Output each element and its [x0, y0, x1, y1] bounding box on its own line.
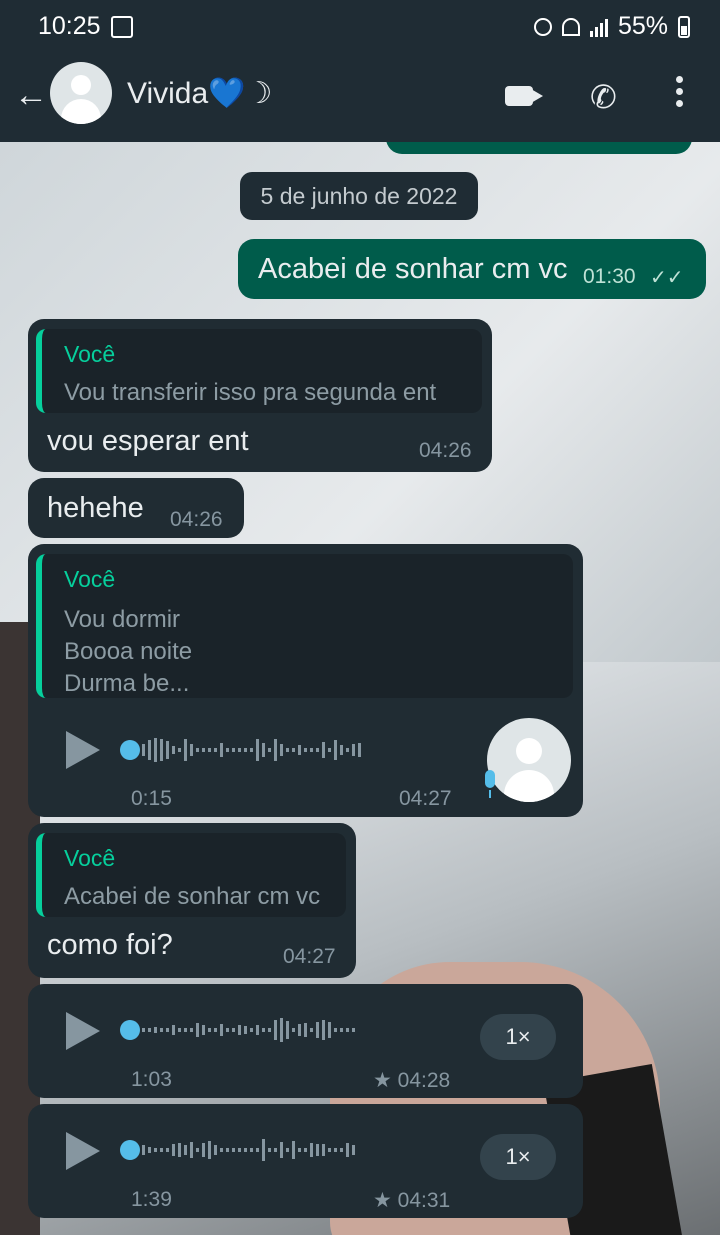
voice-message-reply[interactable]: Você Vou dormir Boooa noite Durma be... … [28, 544, 583, 817]
gallery-icon [111, 16, 133, 38]
play-icon[interactable] [66, 1132, 100, 1170]
message-text: hehehe [47, 492, 144, 524]
video-call-icon[interactable] [505, 86, 533, 106]
message-time: 04:26 [170, 508, 223, 531]
alarm-icon [533, 17, 552, 36]
quote-text: Vou dormir Boooa noite Durma be... [64, 606, 193, 697]
phone-call-icon[interactable]: ✆ [590, 78, 617, 116]
quoted-message[interactable]: Você Acabei de sonhar cm vc [36, 833, 346, 917]
back-arrow-icon[interactable]: ← [14, 76, 48, 115]
voice-duration: 0:15 [131, 787, 172, 810]
status-icons: 55% [533, 12, 690, 41]
message-bubble-cut [386, 142, 692, 154]
contact-name[interactable]: Vivida💙☽ [127, 76, 272, 111]
playback-speed-button[interactable]: 1× [480, 1014, 556, 1060]
quote-text: Vou transferir isso pra segunda ent [64, 379, 437, 406]
waveform[interactable] [142, 1137, 355, 1163]
read-ticks-icon: ✓✓ [650, 267, 684, 289]
play-icon[interactable] [66, 1012, 100, 1050]
message-text: como foi? [47, 929, 173, 961]
message-time: 04:27 [399, 787, 452, 810]
voice-duration: 1:39 [131, 1188, 172, 1211]
message-in[interactable]: Você Acabei de sonhar cm vc como foi? 04… [28, 823, 356, 978]
message-in[interactable]: hehehe 04:26 [28, 478, 244, 538]
more-options-icon[interactable] [676, 76, 684, 112]
voice-message[interactable]: 1:03 ★ 04:28 1× [28, 984, 583, 1098]
voice-duration: 1:03 [131, 1068, 172, 1091]
chat-area[interactable]: 5 de junho de 2022 Acabei de sonhar cm v… [0, 142, 720, 1235]
quoted-message[interactable]: Você Vou transferir isso pra segunda ent [36, 329, 482, 413]
status-time: 10:25 [38, 12, 101, 40]
seek-handle[interactable] [120, 1140, 140, 1160]
message-in[interactable]: Você Vou transferir isso pra segunda ent… [28, 319, 492, 472]
quote-text: Acabei de sonhar cm vc [64, 883, 321, 910]
message-time: 01:30 [583, 265, 636, 288]
message-time: 04:27 [283, 945, 336, 968]
voice-message[interactable]: 1:39 ★ 04:31 1× [28, 1104, 583, 1218]
message-text: Acabei de sonhar cm vc [258, 253, 568, 285]
sender-avatar [487, 718, 571, 802]
wifi-icon [561, 17, 580, 36]
battery-icon [678, 15, 690, 38]
date-chip: 5 de junho de 2022 [240, 172, 478, 220]
waveform[interactable] [142, 1017, 355, 1043]
avatar[interactable] [50, 62, 112, 124]
quote-author: Você [64, 341, 116, 367]
message-time-starred: ★ 04:31 [373, 1189, 451, 1212]
quote-author: Você [64, 566, 116, 592]
quote-author: Você [64, 845, 116, 871]
signal-icon [589, 17, 608, 37]
quoted-message[interactable]: Você Vou dormir Boooa noite Durma be... [36, 554, 573, 698]
message-time-starred: ★ 04:28 [373, 1069, 451, 1092]
message-time: 04:26 [419, 439, 472, 462]
status-bar: 10:25 55% [0, 0, 720, 52]
message-text: vou esperar ent [47, 425, 249, 457]
seek-handle[interactable] [120, 740, 140, 760]
microphone-icon [485, 770, 495, 798]
seek-handle[interactable] [120, 1020, 140, 1040]
playback-speed-button[interactable]: 1× [480, 1134, 556, 1180]
message-out[interactable]: Acabei de sonhar cm vc 01:30 ✓✓ [238, 239, 706, 299]
waveform[interactable] [142, 737, 361, 763]
battery-percent: 55% [617, 12, 668, 40]
chat-header: ← Vivida💙☽ ✆ [0, 52, 720, 142]
play-icon[interactable] [66, 731, 100, 769]
